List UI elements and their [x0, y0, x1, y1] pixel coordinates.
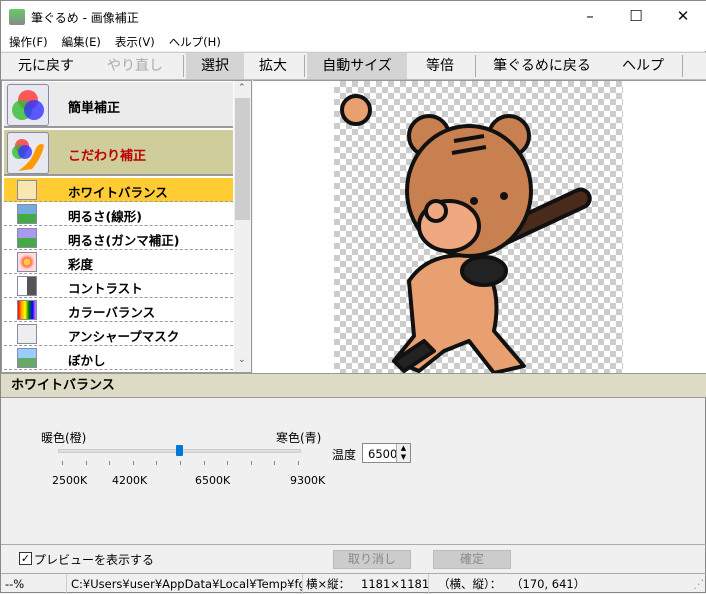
rainbow-icon [17, 300, 37, 320]
redo-button[interactable]: やり直し [89, 53, 181, 79]
back-to-fudegurume-button[interactable]: 筆ぐるめに戻る [478, 53, 606, 79]
list-item-color-balance[interactable]: カラーバランス [4, 298, 233, 322]
item-label: ホワイトバランス [68, 185, 168, 200]
divider [183, 55, 184, 77]
title-bar: 筆ぐるめ - 画像補正 – ☐ ✕ [1, 1, 706, 33]
window-title: 筆ぐるめ - 画像補正 [31, 11, 139, 25]
category-easy[interactable]: 簡単補正 [4, 82, 233, 128]
flower-icon [17, 252, 37, 272]
menu-bar: 操作(F) 編集(E) 表示(V) ヘルプ(H) [1, 33, 706, 51]
item-label: 明るさ(ガンマ補正) [68, 233, 180, 248]
menu-view[interactable]: 表示(V) [115, 35, 155, 49]
panel-title: ホワイトバランス [1, 373, 706, 398]
maximize-button[interactable]: ☐ [621, 7, 651, 25]
tick-label: 6500K [195, 474, 231, 487]
app-icon [9, 9, 25, 25]
status-bar: --% C:¥Users¥user¥AppData¥Local¥Temp¥fgw… [1, 573, 706, 594]
file-path: C:¥Users¥user¥AppData¥Local¥Temp¥fgw91 [67, 574, 303, 594]
slider-tick [274, 461, 276, 465]
spin-up-icon[interactable]: ▲ [396, 444, 410, 453]
scrollbar-thumb[interactable] [235, 98, 250, 220]
divider [304, 55, 305, 77]
coord-label: （横、縦）： [438, 577, 502, 591]
image-canvas[interactable] [334, 81, 623, 375]
divider [682, 55, 683, 77]
minimize-button[interactable]: – [575, 7, 605, 25]
spin-down-icon[interactable]: ▼ [396, 453, 410, 462]
item-label: 彩度 [68, 257, 94, 272]
temperature-input[interactable]: 6500 [368, 447, 397, 461]
scroll-up-icon[interactable]: ⌃ [238, 83, 246, 93]
slider-tick [62, 461, 63, 465]
lightbulb-icon [17, 180, 37, 200]
slider-tick [85, 461, 87, 465]
preview-label[interactable]: プレビューを表示する [34, 551, 154, 568]
close-button[interactable]: ✕ [668, 7, 698, 25]
slider-tick [156, 461, 158, 465]
category-label: こだわり補正 [68, 149, 147, 164]
bottom-bar: ✓ プレビューを表示する 取り消し 確定 [1, 544, 706, 572]
cursor-coordinates: （170, 641） [511, 577, 586, 591]
temperature-label: 温度 [332, 448, 357, 462]
item-label: コントラスト [68, 281, 143, 296]
slider-tick [203, 461, 205, 465]
temperature-slider-thumb[interactable] [175, 445, 183, 456]
preview-checkbox[interactable]: ✓ [19, 552, 32, 565]
list-item-saturation[interactable]: 彩度 [4, 250, 233, 274]
slider-tick [180, 461, 181, 465]
tick-label: 2500K [52, 474, 88, 487]
cool-label: 寒色(青) [276, 431, 322, 445]
confirm-button[interactable]: 確定 [433, 550, 511, 569]
list-item-brightness-gamma[interactable]: 明るさ(ガンマ補正) [4, 226, 233, 250]
list-item-unsharp-mask[interactable]: アンシャープマスク [4, 322, 233, 346]
resize-grip-icon[interactable]: ⋰ [693, 574, 705, 594]
slider-tick [227, 461, 229, 465]
correction-list: 簡単補正 こだわり補正 ホワイトバランス 明るさ(線形) 明るさ(ガンマ補正) … [1, 80, 252, 373]
warm-label: 暖色(橙) [41, 431, 87, 445]
hand-rgb-icon [7, 132, 49, 174]
contrast-icon [17, 276, 37, 296]
size-label: 横×縦： [306, 577, 351, 591]
list-scrollbar[interactable]: ⌃ ⌄ [234, 81, 251, 372]
list-item-brightness-linear[interactable]: 明るさ(線形) [4, 202, 233, 226]
landscape-icon [17, 204, 37, 224]
tick-label: 4200K [112, 474, 148, 487]
item-label: カラーバランス [68, 305, 156, 320]
zoom-button[interactable]: 拡大 [244, 53, 302, 79]
select-button[interactable]: 選択 [186, 53, 244, 79]
slider-tick [298, 461, 299, 465]
divider [475, 55, 476, 77]
scroll-down-icon[interactable]: ⌄ [238, 355, 246, 365]
blur-landscape-icon [17, 348, 37, 368]
list-item-blur[interactable]: ぼかし [4, 346, 233, 370]
landscape-gamma-icon [17, 228, 37, 248]
temperature-spinbox[interactable]: 6500 ▲ ▼ [362, 443, 411, 463]
rgb-circles-icon [7, 84, 49, 126]
toolbar: 元に戻す やり直し 選択 拡大 自動サイズ 等倍 筆ぐるめに戻る ヘルプ [1, 52, 706, 80]
menu-edit[interactable]: 編集(E) [62, 35, 101, 49]
image-preview-area[interactable] [253, 80, 706, 375]
slider-tick [109, 461, 111, 465]
slider-tick [132, 461, 134, 465]
zoom-level: --% [1, 574, 67, 594]
autosize-button[interactable]: 自動サイズ [307, 53, 407, 79]
item-label: アンシャープマスク [68, 329, 180, 344]
help-button[interactable]: ヘルプ [606, 53, 680, 79]
category-label: 簡単補正 [68, 101, 121, 116]
actual-size-button[interactable]: 等倍 [407, 53, 473, 79]
tick-label: 9300K [290, 474, 326, 487]
undo-button[interactable]: 元に戻す [3, 53, 89, 79]
menu-help[interactable]: ヘルプ(H) [169, 35, 221, 49]
cancel-button[interactable]: 取り消し [333, 550, 411, 569]
tiger-baseball-illustration [340, 94, 592, 375]
list-item-contrast[interactable]: コントラスト [4, 274, 233, 298]
menu-operation[interactable]: 操作(F) [9, 35, 48, 49]
item-label: ぼかし [68, 353, 106, 368]
cone-icon [17, 324, 37, 344]
item-label: 明るさ(線形) [68, 209, 142, 224]
list-item-white-balance[interactable]: ホワイトバランス [4, 178, 233, 202]
image-size: 1181×1181 [357, 574, 429, 594]
slider-tick [250, 461, 252, 465]
category-advanced[interactable]: こだわり補正 [4, 130, 233, 176]
